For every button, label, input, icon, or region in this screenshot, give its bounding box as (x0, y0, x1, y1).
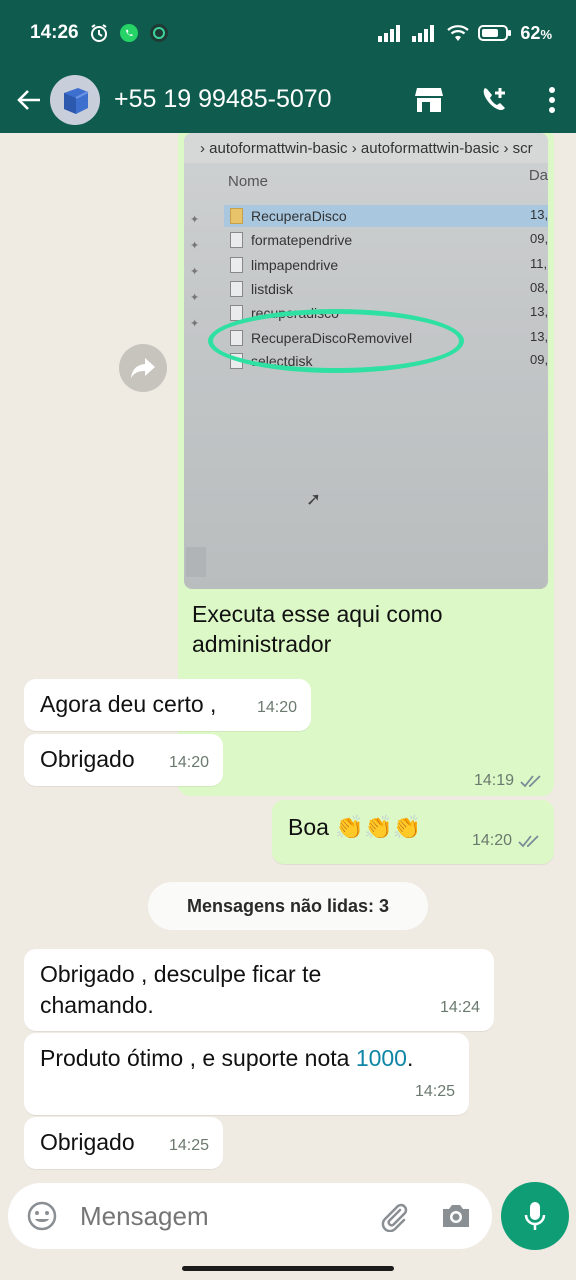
pin-icon: ✦ (190, 318, 200, 330)
add-call-button[interactable] (462, 70, 528, 130)
forward-icon (131, 358, 155, 378)
screenshot-file-date: 08, (530, 280, 548, 295)
screenshot-file-row: formatependrive (230, 229, 352, 251)
attach-button[interactable] (372, 1194, 416, 1238)
battery-icon (478, 24, 512, 42)
unread-messages-banner: Mensagens não lidas: 3 (148, 882, 428, 930)
message-time: 14:20 (471, 832, 512, 849)
app-header: 14:26 62% +55 19 99485-5070 (0, 0, 576, 133)
pin-icon: ✦ (190, 292, 200, 304)
home-indicator[interactable] (182, 1266, 394, 1271)
store-icon (415, 87, 443, 112)
screenshot-file-row: listdisk (230, 278, 293, 300)
screenshot-column-date: Da (528, 167, 548, 184)
number-link[interactable]: 1000 (356, 1045, 407, 1071)
voice-message-button[interactable] (501, 1182, 569, 1250)
signal-icon-2 (412, 24, 438, 42)
camera-icon (443, 1205, 469, 1227)
message-time: 14:19 (473, 772, 514, 789)
message-time: 14:25 (414, 1083, 455, 1100)
image-caption: Executa esse aqui como administrador (192, 601, 443, 657)
message-time: 14:20 (256, 699, 297, 716)
message-text: Obrigado , desculpe ficar te chamando. (40, 961, 322, 1018)
screenshot-file-date: 11, (530, 256, 548, 271)
chat-toolbar: +55 19 99485-5070 (0, 66, 576, 133)
message-bubble-incoming[interactable]: Agora deu certo , 14:20 (24, 679, 311, 731)
pin-icon: ✦ (190, 214, 200, 226)
message-time: 14:20 (168, 754, 209, 771)
avatar-logo-icon (50, 74, 100, 125)
message-input-pill[interactable] (8, 1183, 492, 1249)
wifi-icon (446, 24, 470, 42)
message-image[interactable]: › autoformattwin-basic › autoformattwin-… (184, 133, 548, 589)
message-bubble-outgoing[interactable]: Boa 👏👏👏 14:20 (272, 800, 554, 864)
catalog-button[interactable] (396, 70, 462, 130)
screenshot-file-date: 09, (530, 352, 548, 367)
add-call-icon (483, 87, 505, 110)
message-bubble-incoming[interactable]: Produto ótimo , e suporte nota 1000. 14:… (24, 1033, 469, 1115)
double-check-icon (518, 834, 539, 847)
message-bubble-incoming[interactable]: Obrigado 14:20 (24, 734, 223, 786)
message-input[interactable] (80, 1200, 350, 1232)
emoji-icon (27, 1201, 57, 1231)
contact-name[interactable]: +55 19 99485-5070 (114, 85, 332, 114)
app-notification-icon (149, 23, 169, 43)
message-meta: 14:20 (472, 825, 540, 856)
message-time: 14:25 (168, 1137, 209, 1154)
forward-button[interactable] (119, 344, 167, 392)
emoji-button[interactable] (22, 1196, 62, 1236)
screenshot-breadcrumb: › autoformattwin-basic › autoformattwin-… (184, 133, 548, 163)
double-check-icon (520, 775, 541, 788)
message-time: 14:24 (439, 999, 480, 1016)
screenshot-file-row: RecuperaDisco (224, 205, 548, 227)
screenshot-file-date: 13, (530, 207, 548, 222)
mic-icon (524, 1202, 546, 1230)
highlight-circle (208, 309, 464, 373)
alarm-icon (89, 23, 109, 43)
screenshot-file-row: limpapendrive (230, 254, 338, 276)
scroll-grip (186, 547, 206, 577)
chat-area[interactable]: › autoformattwin-basic › autoformattwin-… (0, 133, 576, 1180)
screenshot-file-date: 13, (530, 329, 548, 344)
signal-icon (378, 24, 404, 42)
pin-icon: ✦ (190, 266, 200, 278)
camera-button[interactable] (434, 1194, 478, 1238)
screenshot-column-name: Nome (228, 173, 269, 190)
screenshot-file-date: 13, (530, 304, 548, 319)
more-options-button[interactable] (528, 70, 576, 130)
arrow-left-icon (17, 89, 40, 110)
battery-percent: 62% (520, 22, 552, 43)
back-button[interactable] (8, 79, 50, 121)
avatar[interactable] (50, 74, 100, 125)
status-time: 14:26 (30, 22, 79, 43)
message-meta: 14:19 (474, 772, 542, 790)
more-vert-icon (549, 86, 555, 113)
screenshot-file-date: 09, (530, 231, 548, 246)
message-text: Produto ótimo , e suporte nota 1000. (40, 1045, 414, 1071)
status-bar: 14:26 62% (0, 0, 576, 66)
message-bubble-incoming[interactable]: Obrigado 14:25 (24, 1117, 223, 1169)
whatsapp-notification-icon (119, 23, 139, 43)
mouse-cursor-icon: ➚ (306, 489, 322, 509)
message-composer (0, 1180, 576, 1280)
message-bubble-incoming[interactable]: Obrigado , desculpe ficar te chamando. 1… (24, 949, 494, 1031)
paperclip-icon (381, 1203, 408, 1232)
pin-icon: ✦ (190, 240, 200, 252)
